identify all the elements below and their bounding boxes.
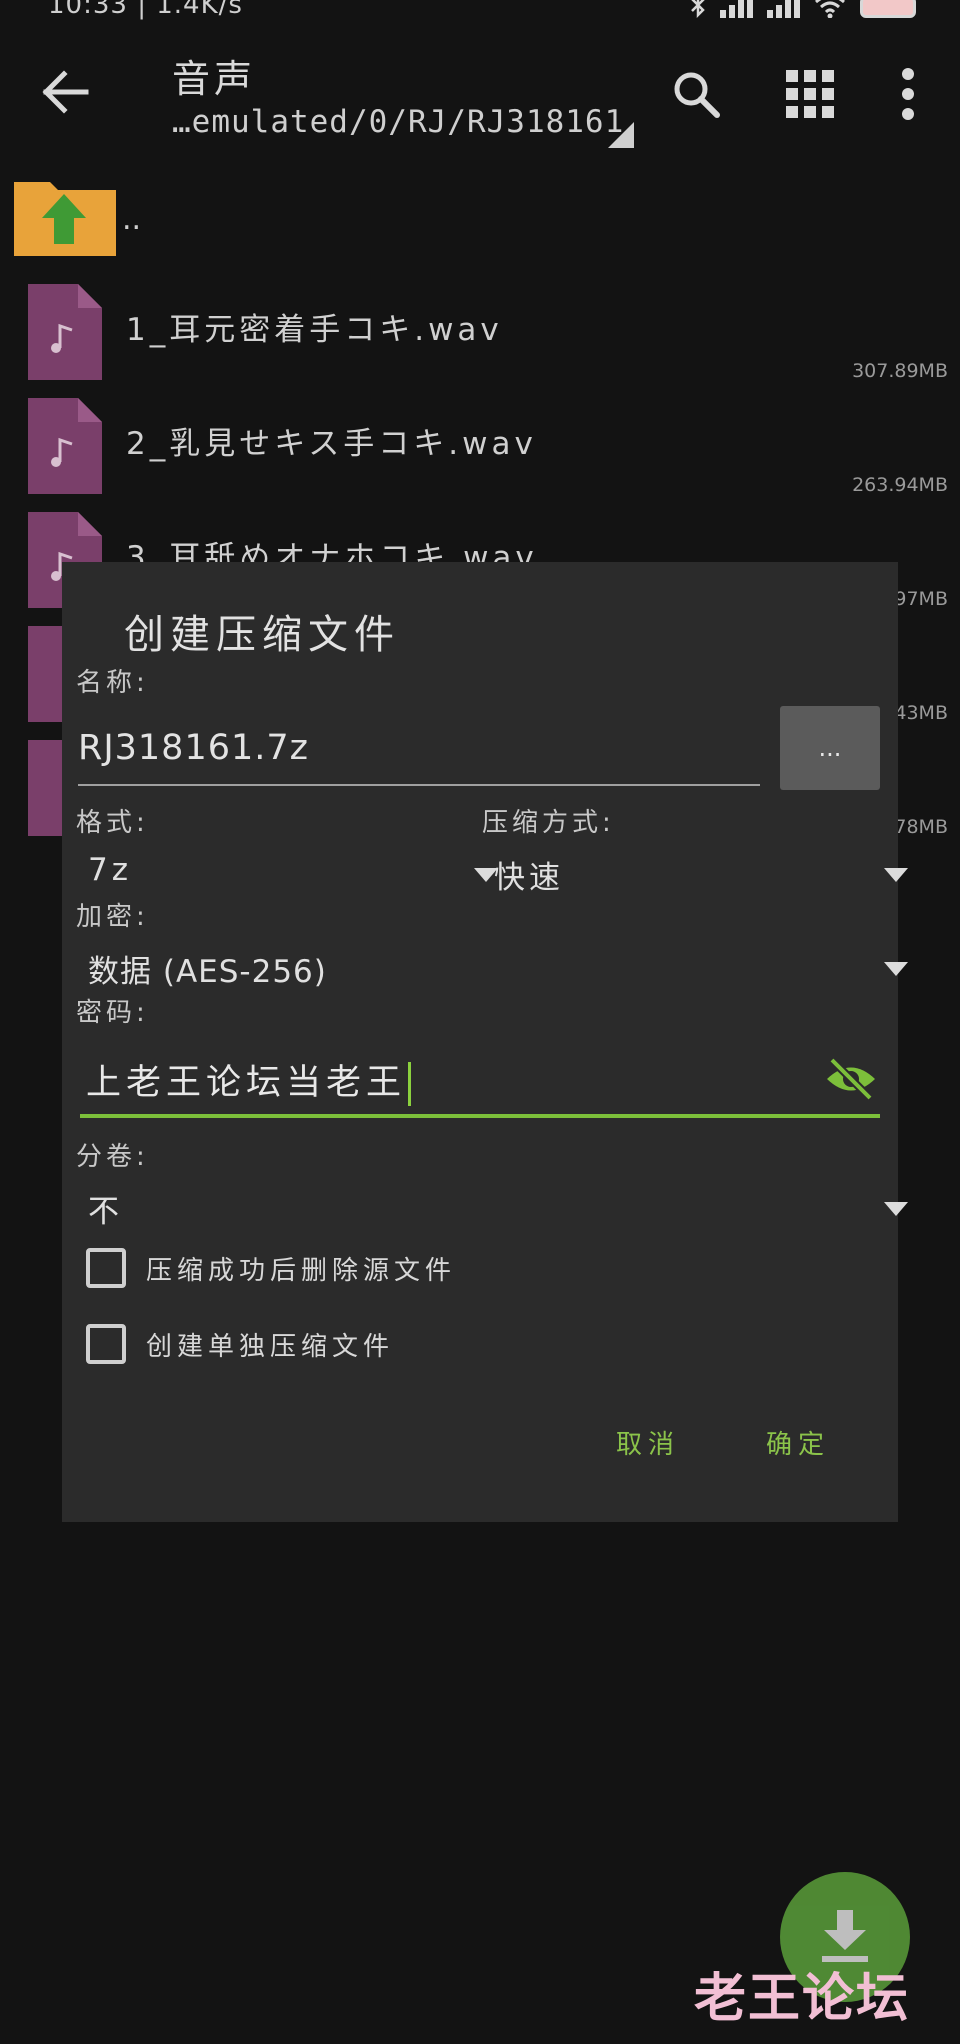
delete-source-label: 压缩成功后删除源文件 (146, 1256, 457, 1286)
battery-icon (860, 0, 916, 18)
cancel-button[interactable]: 取消 (616, 1424, 680, 1461)
music-file-icon (28, 398, 102, 494)
status-time: 10:33 | 1.4K/s (48, 0, 243, 20)
format-label: 格式: (76, 808, 149, 838)
search-icon[interactable] (670, 68, 722, 120)
parent-folder-label: .. (122, 202, 142, 237)
format-value: 7z (88, 852, 132, 888)
method-select[interactable]: 快速 (482, 842, 908, 902)
wifi-icon (815, 0, 845, 18)
bluetooth-icon (691, 0, 705, 18)
separate-archive-label: 创建单独压缩文件 (146, 1332, 395, 1362)
password-input[interactable]: 上老王论坛当老王 (80, 1042, 880, 1118)
status-icons (690, 0, 916, 18)
chevron-down-icon (884, 1202, 908, 1216)
name-label: 名称: (76, 668, 149, 698)
parent-folder-row[interactable]: .. (0, 172, 960, 272)
list-item[interactable]: 1_耳元密着手コキ.wav 307.89MB (0, 276, 960, 390)
create-archive-dialog: 创建压缩文件 名称: RJ318161.7z ... 格式: 7z 压缩方式: … (62, 562, 908, 1522)
path-dropdown-icon[interactable] (608, 122, 634, 148)
split-select[interactable]: 不 (76, 1176, 908, 1236)
confirm-button[interactable]: 确定 (766, 1424, 830, 1461)
chevron-down-icon (884, 962, 908, 976)
separate-archive-checkbox[interactable] (86, 1324, 126, 1364)
password-label: 密码: (76, 998, 149, 1028)
split-value: 不 (88, 1194, 123, 1230)
music-file-icon (28, 284, 102, 380)
delete-source-option[interactable]: 压缩成功后删除源文件 (86, 1244, 786, 1292)
text-cursor (408, 1062, 412, 1106)
list-item[interactable]: 2_乳見せキス手コキ.wav 263.94MB (0, 390, 960, 504)
status-bar: 10:33 | 1.4K/s (0, 0, 960, 22)
browse-button[interactable]: ... (780, 706, 880, 790)
folder-path[interactable]: …emulated/0/RJ/RJ318161 (172, 104, 624, 140)
folder-title: 音声 (172, 57, 257, 101)
file-size: 307.89MB (852, 360, 948, 382)
method-value: 快速 (494, 860, 564, 896)
grid-view-icon[interactable] (784, 68, 836, 120)
encryption-label: 加密: (76, 902, 149, 932)
file-name: 2_乳見せキス手コキ.wav (126, 426, 537, 462)
more-options-icon[interactable] (890, 66, 926, 122)
encryption-select[interactable]: 数据 (AES-256) (76, 936, 908, 996)
archive-name-input[interactable]: RJ318161.7z (78, 718, 760, 786)
dialog-title: 创建压缩文件 (124, 612, 400, 658)
file-name: 1_耳元密着手コキ.wav (126, 312, 503, 348)
back-arrow-icon[interactable] (40, 70, 90, 114)
separate-archive-option[interactable]: 创建单独压缩文件 (86, 1320, 786, 1368)
toolbar: 音声 …emulated/0/RJ/RJ318161 (0, 22, 960, 172)
password-value: 上老王论坛当老王 (86, 1054, 412, 1106)
chevron-down-icon (884, 868, 908, 882)
watermark: 老王论坛 (694, 1969, 911, 2029)
file-size: 263.94MB (852, 474, 948, 496)
eye-off-icon[interactable] (824, 1052, 878, 1106)
signal-icon-2 (767, 0, 800, 18)
signal-icon (720, 0, 753, 18)
encryption-value: 数据 (AES-256) (88, 954, 327, 990)
split-label: 分卷: (76, 1142, 149, 1172)
method-label: 压缩方式: (482, 808, 615, 838)
archive-name-value: RJ318161.7z (78, 728, 310, 768)
format-select[interactable]: 7z (76, 842, 506, 902)
folder-up-icon (14, 182, 116, 256)
delete-source-checkbox[interactable] (86, 1248, 126, 1288)
